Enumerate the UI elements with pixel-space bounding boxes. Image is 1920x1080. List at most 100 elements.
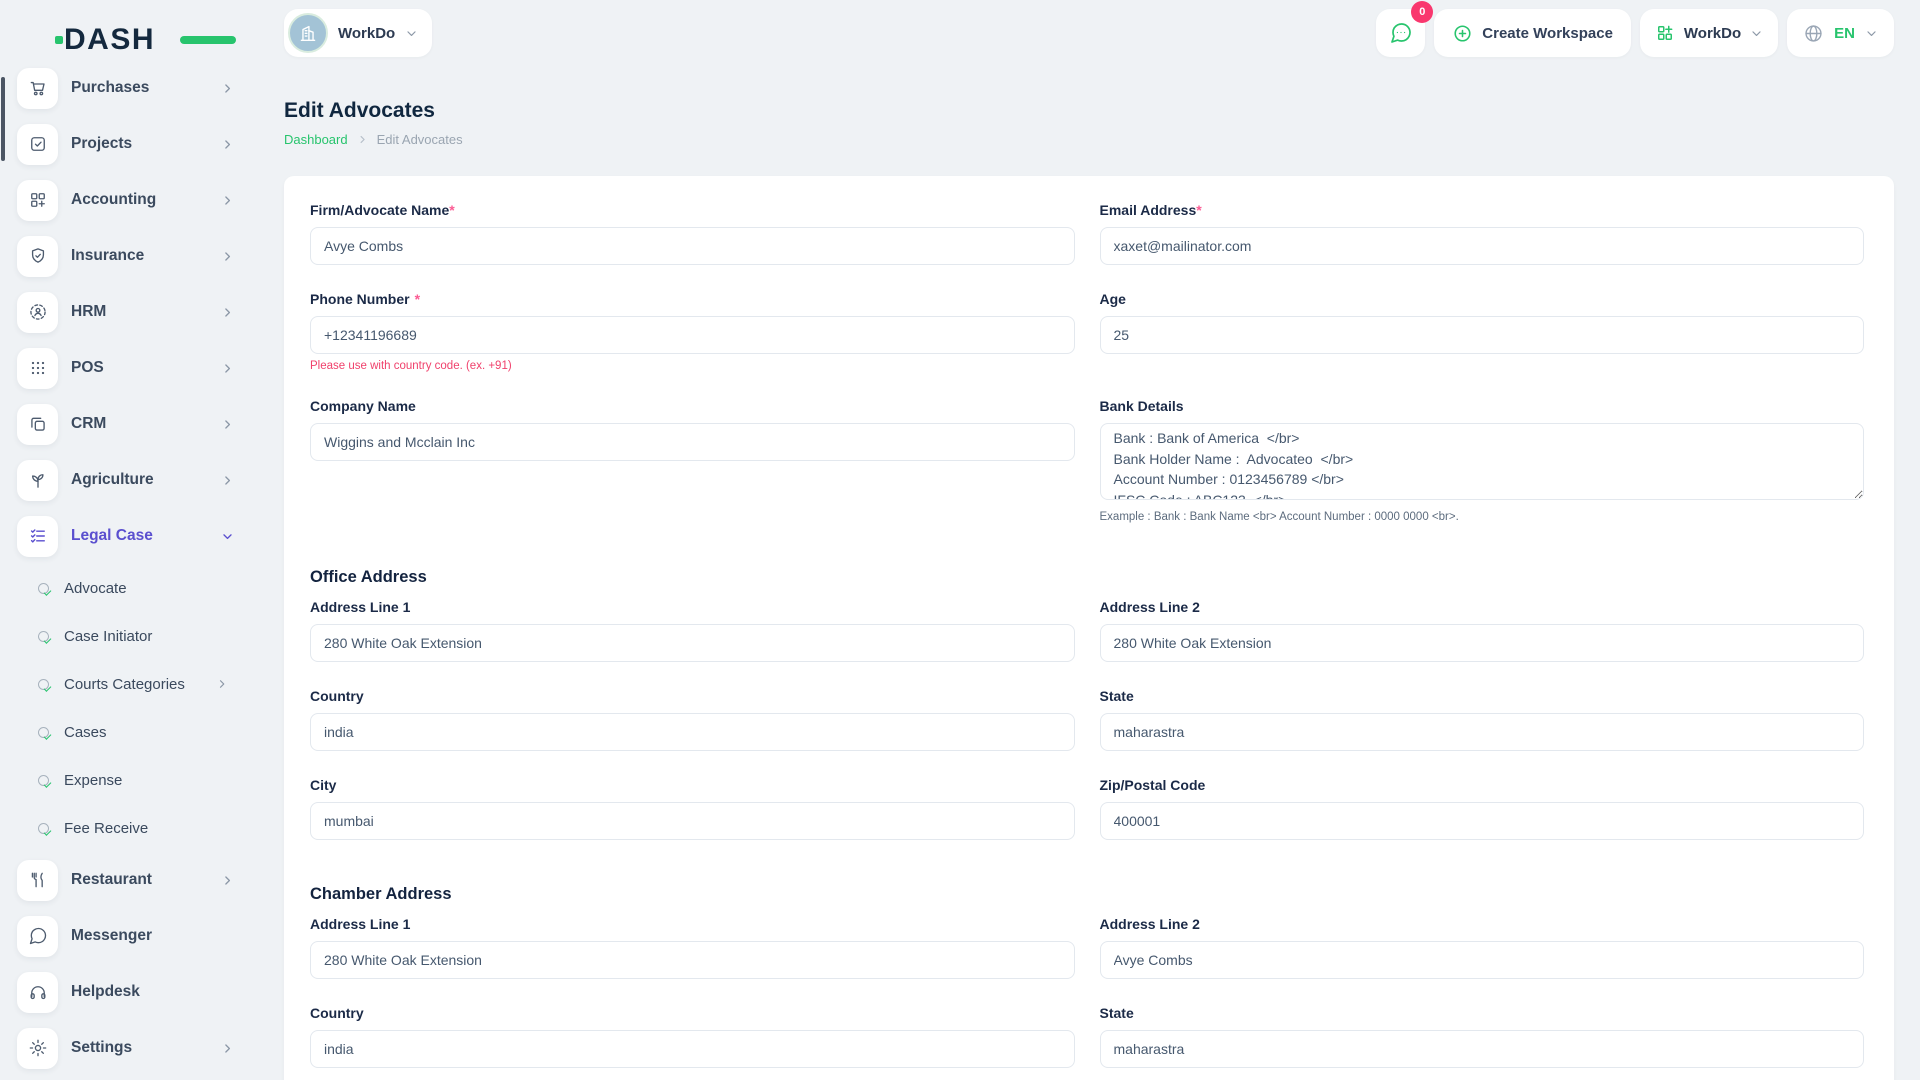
sidebar-item-case-initiator[interactable]: Case Initiator: [0, 612, 284, 660]
chamber-country-input[interactable]: [310, 1030, 1075, 1068]
firm-name-label: Firm/Advocate Name*: [310, 202, 1075, 218]
sidebar-item-helpdesk[interactable]: Helpdesk: [0, 964, 284, 1020]
company-name-input[interactable]: [310, 423, 1075, 461]
sidebar-subitem-label: Case Initiator: [64, 628, 152, 645]
breadcrumb-separator-icon: [357, 134, 368, 145]
phone-field-group: Phone Number* Please use with country co…: [310, 291, 1075, 372]
firm-name-input[interactable]: [310, 227, 1075, 265]
create-workspace-label: Create Workspace: [1482, 25, 1613, 42]
office-zip-input[interactable]: [1100, 802, 1865, 840]
sidebar-item-crm[interactable]: CRM: [0, 396, 284, 452]
workspace-avatar: [288, 13, 328, 53]
chamber-address2-field-group: Address Line 2: [1100, 916, 1865, 979]
company-name-label: Company Name: [310, 398, 1075, 414]
sidebar-item-accounting[interactable]: Accounting: [0, 172, 284, 228]
cart-icon: [17, 68, 58, 109]
phone-hint: Please use with country code. (ex. +91): [310, 360, 1075, 372]
chamber-address1-field-group: Address Line 1: [310, 916, 1075, 979]
chamber-country-field-group: Country: [310, 1005, 1075, 1068]
sidebar-item-expense[interactable]: Expense: [0, 756, 284, 804]
sidebar-item-insurance[interactable]: Insurance: [0, 228, 284, 284]
sidebar-subitem-label: Expense: [64, 772, 122, 789]
company-menu-button[interactable]: WorkDo: [1640, 9, 1778, 57]
chevron-right-icon: [221, 138, 234, 151]
chamber-address2-input[interactable]: [1100, 941, 1865, 979]
sidebar-scrollbar[interactable]: [1, 77, 5, 161]
office-address1-label: Address Line 1: [310, 599, 1075, 615]
sidebar-item-messenger[interactable]: Messenger: [0, 908, 284, 964]
office-country-label: Country: [310, 688, 1075, 704]
office-address1-field-group: Address Line 1: [310, 599, 1075, 662]
chevron-right-icon: [221, 1042, 234, 1055]
language-code: EN: [1834, 25, 1855, 42]
sidebar-subitem-label: Advocate: [64, 580, 127, 597]
office-country-field-group: Country: [310, 688, 1075, 751]
sidebar-item-label: Restaurant: [71, 871, 152, 889]
office-city-input[interactable]: [310, 802, 1075, 840]
sidebar-item-label: Helpdesk: [71, 983, 140, 1001]
sidebar-item-legal-case[interactable]: Legal Case: [0, 508, 284, 564]
chamber-address1-input[interactable]: [310, 941, 1075, 979]
chamber-state-input[interactable]: [1100, 1030, 1865, 1068]
globe-icon: [1803, 23, 1824, 44]
bank-details-field-group: Bank Details Bank : Bank of America </br…: [1100, 398, 1865, 523]
office-city-field-group: City: [310, 777, 1075, 840]
office-state-input[interactable]: [1100, 713, 1865, 751]
age-field-group: Age: [1100, 291, 1865, 372]
logo-accent-bar: [180, 36, 236, 44]
office-city-label: City: [310, 777, 1075, 793]
sidebar-item-fee-receive[interactable]: Fee Receive: [0, 804, 284, 852]
required-marker: *: [415, 291, 420, 307]
chevron-down-icon: [221, 530, 234, 543]
sidebar-item-label: CRM: [71, 415, 106, 433]
plus-circle-icon: [1452, 23, 1473, 44]
app-logo[interactable]: DASH: [64, 20, 194, 60]
chevron-right-icon: [221, 194, 234, 207]
chamber-state-label: State: [1100, 1005, 1865, 1021]
chamber-country-label: Country: [310, 1005, 1075, 1021]
bank-details-textarea[interactable]: Bank : Bank of America </br> Bank Holder…: [1100, 423, 1865, 500]
required-marker: *: [449, 202, 454, 218]
create-workspace-button[interactable]: Create Workspace: [1434, 9, 1631, 57]
shield-check-icon: [17, 236, 58, 277]
plant-icon: [17, 460, 58, 501]
sidebar-item-agriculture[interactable]: Agriculture: [0, 452, 284, 508]
circle-check-icon: [38, 679, 49, 690]
grid-plus-icon: [1655, 23, 1675, 43]
office-address1-input[interactable]: [310, 624, 1075, 662]
gear-icon: [17, 1028, 58, 1069]
sidebar-item-label: Legal Case: [71, 527, 153, 545]
sidebar-item-restaurant[interactable]: Restaurant: [0, 852, 284, 908]
sidebar-item-settings[interactable]: Settings: [0, 1020, 284, 1076]
office-zip-label: Zip/Postal Code: [1100, 777, 1865, 793]
edit-advocate-form-card: Firm/Advocate Name* Email Address* Phone…: [284, 176, 1894, 1080]
workspace-switcher[interactable]: WorkDo: [284, 9, 432, 57]
sidebar-item-purchases[interactable]: Purchases: [0, 60, 284, 116]
office-country-input[interactable]: [310, 713, 1075, 751]
sidebar-item-projects[interactable]: Projects: [0, 116, 284, 172]
phone-input[interactable]: [310, 316, 1075, 354]
sidebar-item-cases[interactable]: Cases: [0, 708, 284, 756]
language-selector[interactable]: EN: [1787, 9, 1894, 57]
office-address2-label: Address Line 2: [1100, 599, 1865, 615]
workspace-name: WorkDo: [338, 25, 395, 42]
sidebar-item-courts-categories[interactable]: Courts Categories: [0, 660, 284, 708]
sidebar-item-hrm[interactable]: HRM: [0, 284, 284, 340]
page-title: Edit Advocates: [284, 99, 1894, 123]
circle-check-icon: [38, 583, 49, 594]
age-input[interactable]: [1100, 316, 1865, 354]
sidebar-item-label: Accounting: [71, 191, 156, 209]
email-input[interactable]: [1100, 227, 1865, 265]
office-address2-input[interactable]: [1100, 624, 1865, 662]
breadcrumb-dashboard-link[interactable]: Dashboard: [284, 132, 348, 147]
page-header: Edit Advocates Dashboard Edit Advocates: [284, 99, 1894, 147]
sidebar-item-pos[interactable]: POS: [0, 340, 284, 396]
checklist-icon: [17, 516, 58, 557]
chevron-right-icon: [216, 678, 228, 690]
circle-check-icon: [38, 823, 49, 834]
sidebar-item-advocate[interactable]: Advocate: [0, 564, 284, 612]
chamber-address1-label: Address Line 1: [310, 916, 1075, 932]
messages-button[interactable]: 0: [1376, 9, 1425, 57]
top-header: WorkDo 0 Create Workspace: [284, 0, 1894, 57]
office-address-heading: Office Address: [310, 568, 1864, 587]
